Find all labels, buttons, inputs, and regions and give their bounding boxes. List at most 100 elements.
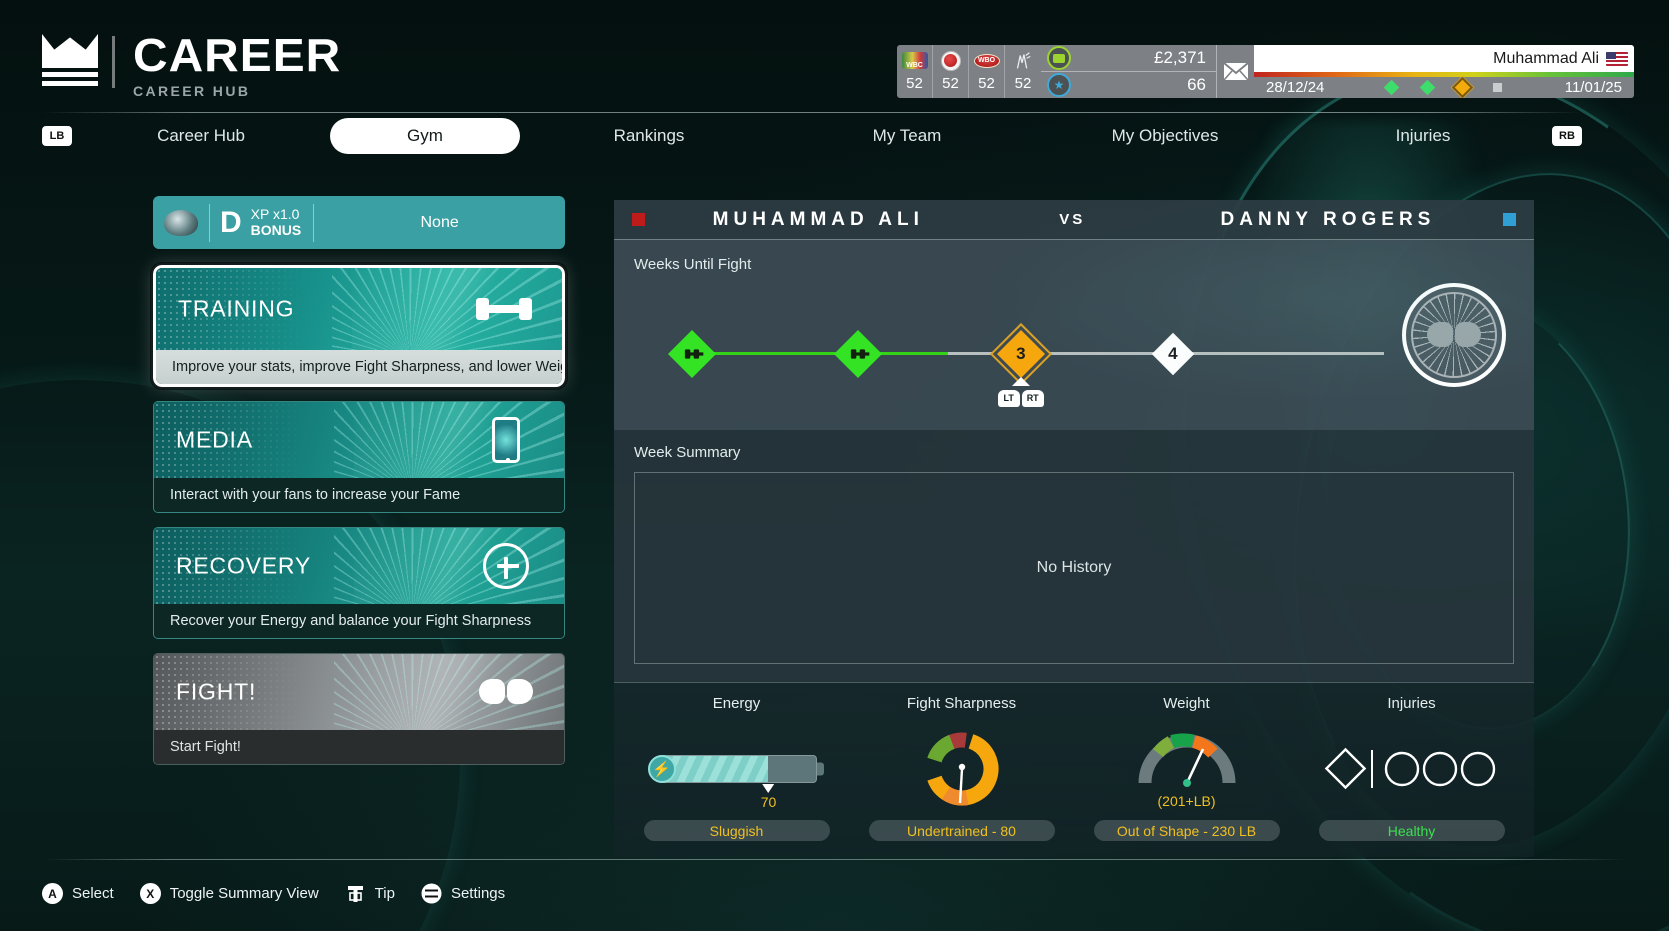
page-subtitle: CAREER HUB — [133, 82, 251, 99]
timeline-node-current[interactable]: 3 LT RT — [996, 329, 1045, 407]
timeline-node-1[interactable] — [667, 329, 717, 378]
belt-value: 52 — [942, 75, 959, 92]
status-badge: Healthy — [1318, 820, 1505, 841]
xp-star-icon: ★ — [1047, 73, 1071, 97]
week-summary-label: Week Summary — [634, 444, 741, 461]
xp-bonus-card[interactable]: D XP x1.0 BONUS None — [153, 196, 565, 249]
marker-triangle-icon — [762, 784, 775, 793]
matchup-header: MUHAMMAD ALI VS DANNY ROGERS — [614, 200, 1534, 240]
tab-gym[interactable]: Gym — [330, 118, 520, 154]
wbo-label: WBO — [977, 57, 996, 64]
activity-card-recovery[interactable]: RECOVERY Recover your Energy and balance… — [153, 527, 565, 639]
timeline-track: 3 LT RT 4 — [667, 329, 1384, 407]
rt-trigger-hint[interactable]: RT — [1021, 389, 1044, 407]
mail-button[interactable] — [1216, 45, 1254, 98]
wbc-belt-icon: WBC — [901, 48, 929, 73]
wbo-belt-icon: WBO — [973, 48, 1001, 73]
ibf-glyph — [1016, 51, 1031, 68]
main-navigation: LB Career Hub Gym Rankings My Team My Ob… — [42, 112, 1582, 154]
envelope-icon — [1222, 62, 1249, 81]
xp-bonus-label: BONUS — [250, 221, 302, 238]
xp-grade: D — [220, 205, 242, 239]
page-title: CAREER — [133, 29, 342, 81]
belt-ibf[interactable]: 52 — [1005, 45, 1041, 98]
stat-title: Fight Sharpness — [906, 695, 1017, 712]
training-art: TRAINING — [156, 268, 562, 350]
energy-bar: ⚡ 70 — [647, 755, 824, 810]
stat-energy: Energy ⚡ 70 Sluggish — [624, 695, 849, 841]
tab-rankings[interactable]: Rankings — [520, 118, 778, 154]
action-settings[interactable]: Settings — [421, 883, 505, 904]
stat-fight-sharpness: Fight Sharpness Undertrained - 80 — [849, 695, 1074, 841]
fighter-left-name: MUHAMMAD ALI — [712, 208, 924, 230]
action-label: Toggle Summary View — [169, 885, 319, 902]
media-art: MEDIA — [154, 402, 564, 478]
date-start: 28/12/24 — [1266, 79, 1325, 96]
right-bumper-hint[interactable]: RB — [1552, 126, 1582, 146]
phone-icon — [476, 415, 536, 465]
currency-panel: £2,371 ★ 66 — [1041, 45, 1216, 98]
player-name: Muhammad Ali — [1493, 49, 1599, 67]
activity-title: FIGHT! — [176, 678, 257, 705]
dumbbell-icon — [474, 284, 534, 334]
action-toggle-summary[interactable]: X Toggle Summary View — [139, 883, 319, 904]
activity-description: Start Fight! — [154, 730, 564, 764]
crown-icon — [42, 34, 98, 86]
weeks-timeline: Weeks Until Fight 3 LT RT 4 — [614, 240, 1534, 430]
money-row: £2,371 — [1041, 45, 1216, 71]
activity-description: Improve your stats, improve Fight Sharpn… — [156, 350, 562, 384]
xp-value: 66 — [1187, 75, 1206, 94]
activity-card-training[interactable]: TRAINING Improve your stats, improve Fig… — [151, 263, 567, 389]
belt-value: 52 — [906, 75, 923, 92]
action-label: Settings — [450, 885, 506, 902]
belt-wba[interactable]: 52 — [933, 45, 969, 98]
status-badge: Sluggish — [643, 820, 830, 841]
activity-card-fight[interactable]: FIGHT! Start Fight! — [153, 653, 565, 765]
status-badge: Undertrained - 80 — [868, 820, 1055, 841]
vs-label: VS — [1059, 211, 1086, 228]
stats-row: Energy ⚡ 70 Sluggish Fight Sharpness Und… — [614, 682, 1534, 857]
belt-wbo[interactable]: WBO 52 — [969, 45, 1005, 98]
boxing-gloves-emblem-icon[interactable] — [1402, 283, 1506, 387]
radial-gauge-icon — [925, 732, 998, 806]
lt-trigger-hint[interactable]: LT — [997, 389, 1020, 407]
brand-divider — [112, 36, 115, 88]
action-select[interactable]: A Select — [42, 883, 114, 904]
week-summary-empty-text: No History — [1036, 559, 1112, 576]
recovery-art: RECOVERY — [154, 528, 564, 604]
xp-bonus-value: None — [420, 213, 459, 231]
brand-logo: CAREER CAREER HUB — [42, 32, 340, 99]
tip-icon — [345, 883, 366, 904]
calendar-markers — [1374, 77, 1514, 98]
week-summary-section: Week Summary No History — [614, 430, 1534, 682]
belt-wbc[interactable]: WBC 52 — [897, 45, 933, 98]
header: CAREER CAREER HUB WBC 52 52 WBO 52 52 £2… — [0, 0, 1669, 112]
timeline-node-4[interactable]: 4 — [1151, 332, 1195, 375]
weight-value: (201+LB) — [1157, 793, 1216, 809]
calendar-strip: 28/12/24 11/01/25 — [1254, 77, 1634, 98]
belt-value: 52 — [1014, 75, 1032, 92]
left-bumper-hint[interactable]: LB — [42, 126, 72, 146]
belt-ratings: WBC 52 52 WBO 52 52 — [897, 45, 1041, 98]
date-end: 11/01/25 — [1564, 79, 1622, 96]
a-button-icon: A — [42, 883, 63, 904]
week-summary-box: No History — [634, 472, 1514, 664]
calendar-marker-green — [1419, 79, 1436, 96]
xp-multiplier: XP x1.0 — [250, 205, 300, 222]
fighter-right-corner-icon — [1503, 213, 1516, 226]
wbc-label: WBC — [906, 62, 923, 69]
tab-career-hub[interactable]: Career Hub — [72, 118, 330, 154]
belt-value: 52 — [978, 75, 995, 92]
tab-my-objectives[interactable]: My Objectives — [1036, 118, 1294, 154]
stat-injuries: Injuries Healthy — [1299, 695, 1524, 841]
activity-card-media[interactable]: MEDIA Interact with your fans to increas… — [153, 401, 565, 513]
stat-title: Injuries — [1387, 695, 1436, 712]
tab-my-team[interactable]: My Team — [778, 118, 1036, 154]
timeline-node-label: 4 — [1168, 343, 1178, 363]
calendar-marker-green — [1383, 79, 1400, 96]
timeline-node-2[interactable] — [834, 329, 883, 378]
money-value: £2,371 — [1154, 48, 1206, 67]
action-tip[interactable]: Tip — [345, 883, 395, 904]
tab-injuries[interactable]: Injuries — [1294, 118, 1552, 154]
lightning-icon: ⚡ — [647, 755, 676, 783]
